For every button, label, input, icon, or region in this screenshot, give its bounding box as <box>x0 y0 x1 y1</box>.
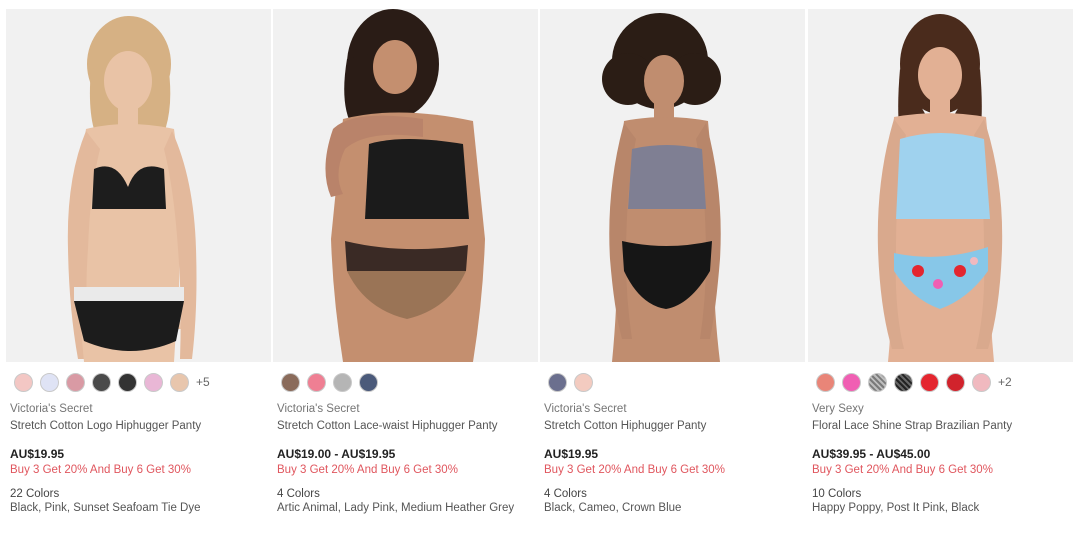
promo-text: Buy 3 Get 20% And Buy 6 Get 30% <box>10 464 191 476</box>
color-swatch[interactable] <box>40 372 59 392</box>
color-swatch[interactable] <box>144 372 163 392</box>
product-name-link[interactable]: Floral Lace Shine Strap Brazilian Panty <box>812 420 1012 432</box>
color-swatch[interactable] <box>816 372 835 392</box>
color-swatch[interactable] <box>14 372 33 392</box>
color-swatch[interactable] <box>66 372 85 392</box>
product-image[interactable] <box>273 9 538 362</box>
color-names: Black, Pink, Sunset Seafoam Tie Dye <box>10 502 201 514</box>
more-colors-link[interactable]: +5 <box>196 373 210 392</box>
product-name-link[interactable]: Stretch Cotton Logo Hiphugger Panty <box>10 420 201 432</box>
color-swatch[interactable] <box>359 372 378 392</box>
product-brand: Victoria's Secret <box>10 403 93 415</box>
color-swatch[interactable] <box>972 372 991 392</box>
color-swatches: +5 <box>14 372 210 392</box>
product-price: AU$19.95 <box>544 447 599 461</box>
product-price: AU$19.95 <box>10 447 65 461</box>
color-swatches <box>548 372 600 392</box>
colors-count: 4 Colors <box>544 488 587 500</box>
color-swatch[interactable] <box>170 372 189 392</box>
product-card[interactable]: Victoria's Secret Stretch Cotton Lace-wa… <box>273 9 539 529</box>
product-card[interactable]: +5 Victoria's Secret Stretch Cotton Logo… <box>6 9 272 529</box>
color-swatch[interactable] <box>920 372 939 392</box>
color-swatches <box>281 372 385 392</box>
color-names: Happy Poppy, Post It Pink, Black <box>812 502 980 514</box>
product-image[interactable] <box>6 9 271 362</box>
color-names: Artic Animal, Lady Pink, Medium Heather … <box>277 502 515 514</box>
color-swatch[interactable] <box>842 372 861 392</box>
color-swatch[interactable] <box>281 372 300 392</box>
product-image[interactable] <box>540 9 805 362</box>
colors-count: 10 Colors <box>812 488 862 500</box>
promo-text: Buy 3 Get 20% And Buy 6 Get 30% <box>812 464 993 476</box>
color-swatch[interactable] <box>118 372 137 392</box>
color-swatch[interactable] <box>307 372 326 392</box>
promo-text: Buy 3 Get 20% And Buy 6 Get 30% <box>277 464 458 476</box>
product-price: AU$39.95 - AU$45.00 <box>812 447 931 461</box>
product-card[interactable]: +2 Very Sexy Floral Lace Shine Strap Bra… <box>808 9 1074 529</box>
product-card[interactable]: Victoria's Secret Stretch Cotton Hiphugg… <box>540 9 806 529</box>
product-grid: +5 Victoria's Secret Stretch Cotton Logo… <box>6 9 1074 529</box>
color-swatch[interactable] <box>868 372 887 392</box>
color-swatch[interactable] <box>574 372 593 392</box>
color-swatch[interactable] <box>548 372 567 392</box>
color-swatch[interactable] <box>92 372 111 392</box>
product-name-link[interactable]: Stretch Cotton Hiphugger Panty <box>544 420 706 432</box>
color-swatch[interactable] <box>333 372 352 392</box>
product-brand: Very Sexy <box>812 403 864 415</box>
color-names: Black, Cameo, Crown Blue <box>544 502 682 514</box>
product-brand: Victoria's Secret <box>277 403 360 415</box>
promo-text: Buy 3 Get 20% And Buy 6 Get 30% <box>544 464 725 476</box>
product-brand: Victoria's Secret <box>544 403 627 415</box>
product-name-link[interactable]: Stretch Cotton Lace-waist Hiphugger Pant… <box>277 420 498 432</box>
color-swatch[interactable] <box>946 372 965 392</box>
product-image[interactable] <box>808 9 1073 362</box>
product-price: AU$19.00 - AU$19.95 <box>277 447 396 461</box>
colors-count: 22 Colors <box>10 488 60 500</box>
more-colors-link[interactable]: +2 <box>998 373 1012 392</box>
color-swatches: +2 <box>816 372 1012 392</box>
colors-count: 4 Colors <box>277 488 320 500</box>
color-swatch[interactable] <box>894 372 913 392</box>
